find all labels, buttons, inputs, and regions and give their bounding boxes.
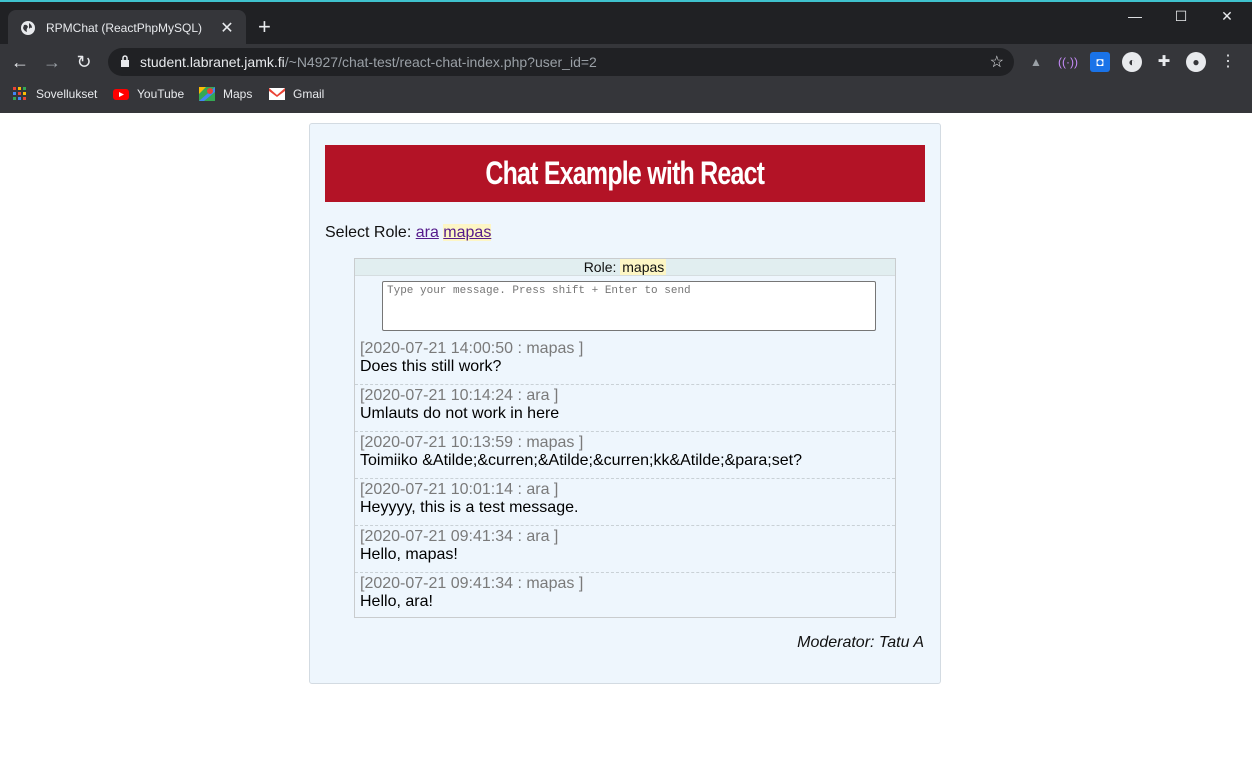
select-role-label: Select Role: — [325, 224, 412, 241]
browser-tab[interactable]: RPMChat (ReactPhpMySQL) ✕ — [8, 10, 246, 46]
message-text: Umlauts do not work in here — [360, 405, 560, 422]
close-tab-icon[interactable]: ✕ — [218, 18, 236, 38]
address-bar[interactable]: student.labranet.jamk.fi/~N4927/chat-tes… — [108, 48, 1014, 76]
apps-grid-icon — [12, 87, 28, 101]
list-item: [2020-07-21 10:14:24 : ara ] Umlauts do … — [355, 385, 895, 432]
message-text: Heyyyy, this is a test message. — [360, 499, 579, 516]
message-list: [2020-07-21 14:00:50 : mapas ] Does this… — [355, 338, 895, 620]
chat-role-header: Role: mapas — [355, 259, 895, 276]
chat-box: Role: mapas [2020-07-21 14:00:50 : mapas… — [354, 258, 896, 618]
drive-extension-icon[interactable]: ▲ — [1026, 52, 1046, 72]
role-link-mapas[interactable]: mapas — [443, 224, 492, 241]
list-item: [2020-07-21 10:13:59 : mapas ] Toimiiko … — [355, 432, 895, 479]
current-role: mapas — [620, 259, 667, 275]
menu-kebab-icon[interactable]: ⋮ — [1218, 52, 1238, 72]
bookmark-youtube[interactable]: YouTube — [113, 87, 184, 101]
moderator-credit: Moderator: Tatu A — [797, 634, 924, 651]
youtube-icon — [113, 87, 129, 101]
back-icon[interactable]: ← — [8, 50, 32, 74]
minimize-icon[interactable]: — — [1112, 8, 1158, 24]
close-window-icon[interactable]: ✕ — [1204, 8, 1250, 25]
message-text: Hello, ara! — [360, 593, 433, 610]
maximize-icon[interactable]: ☐ — [1158, 8, 1204, 25]
circle-extension-icon[interactable]: ◐ — [1122, 52, 1142, 72]
message-meta: [2020-07-21 10:14:24 : ara ] — [360, 387, 559, 404]
lock-icon — [120, 54, 134, 70]
message-meta: [2020-07-21 10:01:14 : ara ] — [360, 481, 559, 498]
role-selector: Select Role: ara mapas — [325, 224, 492, 242]
message-text: Does this still work? — [360, 358, 502, 375]
bookmark-maps[interactable]: Maps — [199, 87, 252, 101]
message-text: Hello, mapas! — [360, 546, 458, 563]
bookmarks-bar: Sovellukset YouTube Maps Gmail — [0, 80, 1252, 113]
new-tab-button[interactable]: + — [258, 16, 271, 38]
role-link-ara[interactable]: ara — [416, 224, 439, 241]
message-input[interactable] — [382, 281, 876, 331]
list-item: [2020-07-21 10:01:14 : ara ] Heyyyy, thi… — [355, 479, 895, 526]
list-item: [2020-07-21 09:41:34 : mapas ] Hello, ar… — [355, 573, 895, 620]
profile-avatar-icon[interactable]: ● — [1186, 52, 1206, 72]
message-text: Toimiiko &Atilde;&curren;&Atilde;&curren… — [360, 452, 802, 469]
globe-icon — [20, 20, 36, 36]
message-meta: [2020-07-21 09:41:34 : mapas ] — [360, 575, 584, 592]
browser-titlebar: RPMChat (ReactPhpMySQL) ✕ + — ☐ ✕ — [0, 0, 1252, 46]
list-item: [2020-07-21 14:00:50 : mapas ] Does this… — [355, 338, 895, 385]
bookmark-star-icon[interactable]: ☆ — [990, 52, 1004, 72]
reload-icon[interactable]: ↻ — [72, 50, 96, 74]
forward-icon[interactable]: → — [40, 50, 64, 74]
gmail-icon — [269, 87, 285, 101]
url-text: student.labranet.jamk.fi/~N4927/chat-tes… — [140, 54, 597, 70]
broadcast-extension-icon[interactable]: ((·)) — [1058, 52, 1078, 72]
web-page: Chat Example with React Select Role: ara… — [0, 113, 1252, 763]
chat-app-container: Chat Example with React Select Role: ara… — [309, 123, 941, 684]
browser-toolbar: ← → ↻ student.labranet.jamk.fi/~N4927/ch… — [0, 44, 1252, 80]
page-title-banner: Chat Example with React — [325, 145, 925, 202]
maps-icon — [199, 87, 215, 101]
message-meta: [2020-07-21 10:13:59 : mapas ] — [360, 434, 584, 451]
message-meta: [2020-07-21 09:41:34 : ara ] — [360, 528, 559, 545]
bookmark-apps[interactable]: Sovellukset — [12, 87, 97, 101]
puzzle-extensions-icon[interactable]: ✚ — [1154, 52, 1174, 72]
message-meta: [2020-07-21 14:00:50 : mapas ] — [360, 340, 584, 357]
tab-title: RPMChat (ReactPhpMySQL) — [46, 21, 203, 35]
bookmark-gmail[interactable]: Gmail — [269, 87, 324, 101]
shield-extension-icon[interactable]: ◘ — [1090, 52, 1110, 72]
list-item: [2020-07-21 09:41:34 : ara ] Hello, mapa… — [355, 526, 895, 573]
